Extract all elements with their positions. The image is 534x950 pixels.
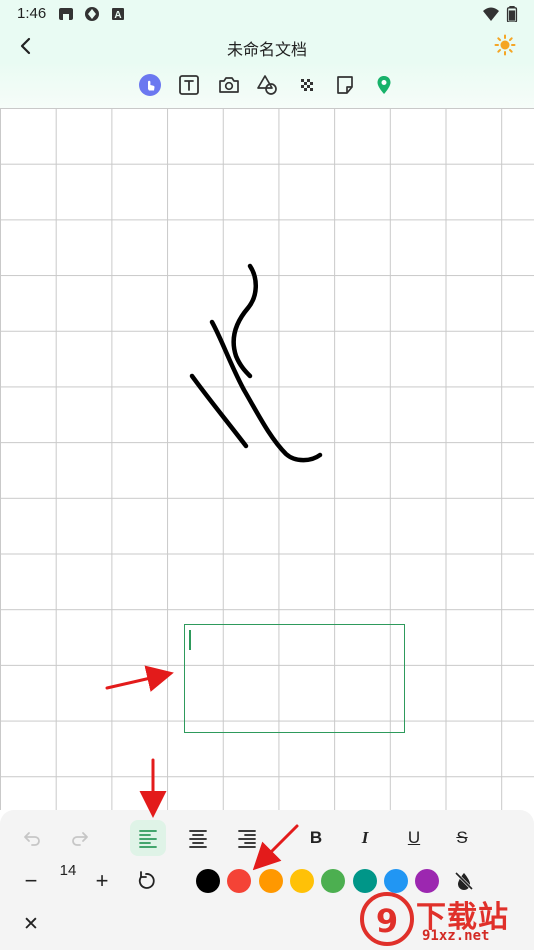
underline-button[interactable]: U (396, 820, 432, 856)
color-swatch-5[interactable] (321, 869, 346, 893)
italic-button[interactable]: I (347, 820, 383, 856)
status-time: 1:46 (17, 5, 47, 22)
align-center-button[interactable] (180, 820, 216, 856)
notification-icon (59, 8, 73, 20)
font-size-value: 14 (59, 862, 77, 879)
a-badge-icon: A (112, 8, 124, 21)
watermark-logo: 9 (360, 892, 414, 946)
bold-button[interactable]: B (298, 820, 334, 856)
align-right-icon (238, 830, 256, 848)
close-panel-button[interactable]: ✕ (13, 906, 49, 942)
watermark: 9 下载站 91xz.net (358, 890, 528, 948)
color-swatch-1[interactable] (196, 869, 220, 893)
undo-button[interactable] (14, 820, 50, 856)
align-center-icon (189, 830, 207, 848)
reset-icon (138, 871, 155, 889)
undo-icon (24, 832, 40, 846)
align-right-button[interactable] (229, 820, 265, 856)
text-caret (189, 630, 191, 650)
wifi-icon (483, 7, 499, 21)
sync-icon (85, 7, 99, 21)
touch-icon[interactable] (139, 74, 161, 96)
decrease-size-button[interactable]: − (13, 863, 49, 899)
drawing-toolbar (0, 64, 534, 109)
watermark-domain: 91xz.net (422, 928, 490, 944)
text-input-box[interactable] (184, 624, 405, 733)
redo-icon (72, 832, 88, 846)
drawing-canvas[interactable] (0, 108, 534, 810)
svg-text:9: 9 (376, 902, 398, 940)
battery-icon (506, 6, 518, 22)
location-pin-icon[interactable] (373, 74, 395, 96)
text-tool-icon[interactable] (178, 74, 200, 96)
shapes-icon[interactable] (256, 74, 278, 96)
color-swatch-4[interactable] (289, 869, 314, 893)
camera-icon[interactable] (218, 74, 240, 96)
align-left-icon (139, 830, 157, 848)
sun-icon[interactable] (494, 34, 516, 56)
color-off-icon (454, 871, 474, 891)
mosaic-icon[interactable] (296, 74, 318, 96)
color-swatch-3[interactable] (258, 869, 283, 893)
align-left-button[interactable] (130, 820, 166, 856)
top-bar: 未命名文档 (0, 28, 534, 64)
strikethrough-button[interactable]: S (444, 820, 480, 856)
reset-button[interactable] (128, 863, 164, 899)
status-bar: 1:46 A (0, 0, 534, 28)
sticky-note-icon[interactable] (334, 74, 356, 96)
svg-text:A: A (114, 10, 121, 21)
increase-size-button[interactable]: + (84, 863, 120, 899)
page-title: 未命名文档 (226, 40, 307, 59)
redo-button[interactable] (62, 820, 98, 856)
